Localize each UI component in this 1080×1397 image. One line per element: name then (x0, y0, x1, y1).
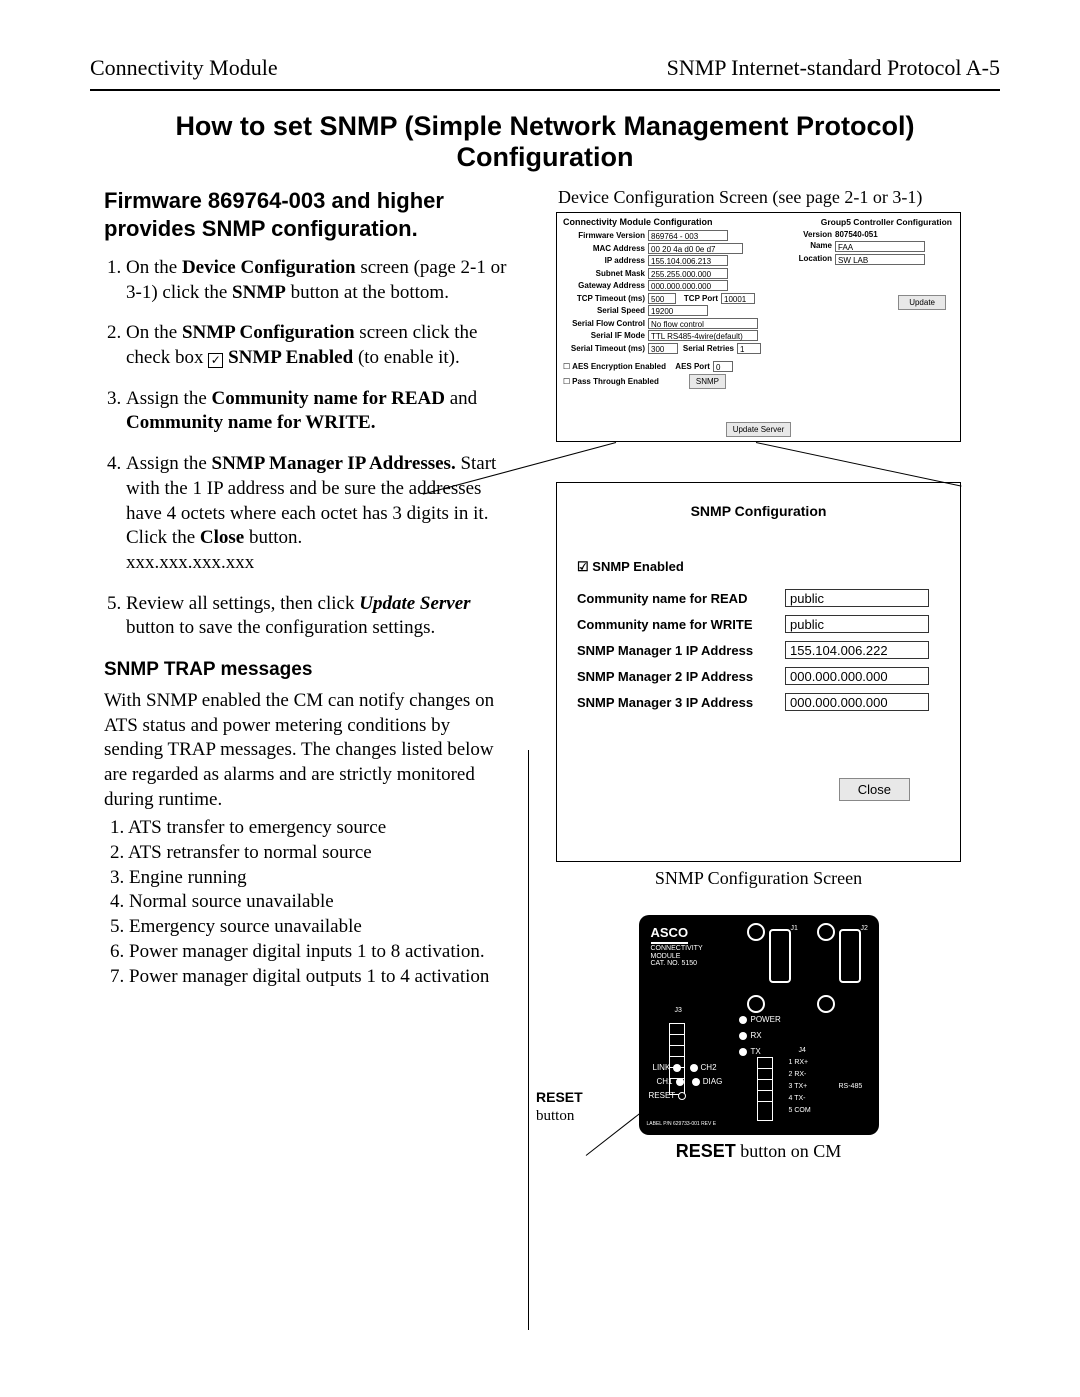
g5-update-button[interactable]: Update (898, 295, 946, 310)
serial-retries-select[interactable]: 1 (737, 343, 761, 354)
serial-if-select[interactable]: TTL RS485-4wire(default) (648, 330, 758, 341)
device-config-screenshot: Connectivity Module Configuration Firmwa… (556, 212, 961, 442)
snmp-manager-2-input[interactable]: 000.000.000.000 (785, 667, 929, 685)
led-icon (739, 1016, 747, 1024)
trap-item: 3. Engine running (110, 866, 510, 891)
g5-location-field[interactable]: SW LAB (835, 254, 925, 265)
trap-item: 4. Normal source unavailable (110, 890, 510, 915)
step-4: Assign the SNMP Manager IP Addresses. St… (126, 452, 510, 575)
aes-checkbox[interactable]: ☐ (563, 362, 570, 371)
led-icon (739, 1048, 747, 1056)
trap-list: 1. ATS transfer to emergency source 2. A… (110, 816, 510, 989)
trap-item: 6. Power manager digital inputs 1 to 8 a… (110, 940, 510, 965)
ip-address-field[interactable]: 155.104.006.213 (648, 255, 728, 266)
snmp-enabled-checkbox[interactable]: ☑ (577, 559, 589, 574)
screw-icon (747, 995, 765, 1013)
trap-item: 2. ATS retransfer to normal source (110, 841, 510, 866)
page-header: Connectivity Module SNMP Internet-standa… (90, 55, 1000, 89)
led-icon (676, 1078, 684, 1086)
close-button[interactable]: Close (839, 778, 910, 801)
reset-label: RESETbutton (536, 1089, 583, 1125)
trap-item: 7. Power manager digital outputs 1 to 4 … (110, 965, 510, 990)
page-title: How to set SNMP (Simple Network Manageme… (90, 111, 1000, 173)
tcp-port-field[interactable]: 10001 (721, 293, 755, 304)
g5-name-field[interactable]: FAA (835, 241, 925, 252)
header-rule (90, 89, 1000, 91)
serial-timeout-select[interactable]: 300 (648, 343, 678, 354)
screw-icon (747, 923, 765, 941)
step-2: On the SNMP Configuration screen click t… (126, 321, 510, 370)
led-icon (692, 1078, 700, 1086)
led-icon (673, 1064, 681, 1072)
checkbox-icon: ✓ (208, 353, 223, 368)
firmware-version-field[interactable]: 869764 - 003 (648, 230, 728, 241)
snmp-manager-3-input[interactable]: 000.000.000.000 (785, 693, 929, 711)
passthrough-checkbox[interactable]: ☐ (563, 377, 570, 386)
snmp-manager-1-input[interactable]: 155.104.006.222 (785, 641, 929, 659)
snmp-button[interactable]: SNMP (689, 374, 726, 389)
hardware-module-diagram: ASCO CONNECTIVITY MODULE CAT. NO. 5150 J… (639, 915, 879, 1135)
hardware-diagram-wrap: ASCO CONNECTIVITY MODULE CAT. NO. 5150 J… (556, 915, 961, 1135)
mac-address-field[interactable]: 00 20 4a d0 0e d7 (648, 243, 743, 254)
port-j2-icon (839, 929, 861, 983)
step-3: Assign the Community name for READ and C… (126, 387, 510, 436)
snmp-caption: SNMP Configuration Screen (556, 868, 961, 889)
reset-button-icon (678, 1092, 686, 1100)
subnet-mask-field[interactable]: 255.255.000.000 (648, 268, 728, 279)
community-read-input[interactable]: public (785, 589, 929, 607)
port-j1-icon (769, 929, 791, 983)
tcp-timeout-field[interactable]: 500 (648, 293, 676, 304)
column-divider (528, 750, 529, 1330)
gateway-field[interactable]: 000.000.000.000 (648, 280, 728, 291)
led-icon (690, 1064, 698, 1072)
steps-list: On the Device Configuration screen (page… (104, 256, 510, 641)
step-1: On the Device Configuration screen (page… (126, 256, 510, 305)
group5-panel: Group5 Controller Configuration Version8… (792, 217, 952, 267)
device-config-caption: Device Configuration Screen (see page 2-… (536, 187, 1000, 208)
trap-item: 5. Emergency source unavailable (110, 915, 510, 940)
screw-icon (817, 923, 835, 941)
asco-logo: ASCO (651, 925, 689, 944)
trap-heading: SNMP TRAP messages (104, 659, 510, 681)
trap-item: 1. ATS transfer to emergency source (110, 816, 510, 841)
hardware-caption: RESET button on CM (556, 1141, 961, 1162)
terminal-block-icon (757, 1057, 773, 1121)
callout-lines (556, 442, 961, 482)
aes-port-field[interactable]: 0 (713, 361, 733, 372)
update-server-button[interactable]: Update Server (726, 422, 792, 437)
led-icon (739, 1032, 747, 1040)
step-5: Review all settings, then click Update S… (126, 592, 510, 641)
header-right: SNMP Internet-standard Protocol A-5 (667, 55, 1000, 81)
serial-flow-select[interactable]: No flow control (648, 318, 758, 329)
trap-paragraph: With SNMP enabled the CM can notify chan… (104, 689, 510, 812)
screw-icon (817, 995, 835, 1013)
left-column: Firmware 869764-003 and higher provides … (90, 187, 510, 1162)
header-left: Connectivity Module (90, 55, 278, 81)
firmware-subheading: Firmware 869764-003 and higher provides … (104, 187, 510, 242)
serial-speed-select[interactable]: 19200 (648, 305, 708, 316)
community-write-input[interactable]: public (785, 615, 929, 633)
snmp-config-screenshot: SNMP Configuration ☑ SNMP Enabled Commun… (556, 482, 961, 862)
right-column: Device Configuration Screen (see page 2-… (536, 187, 1000, 1162)
snmp-title: SNMP Configuration (577, 503, 940, 519)
